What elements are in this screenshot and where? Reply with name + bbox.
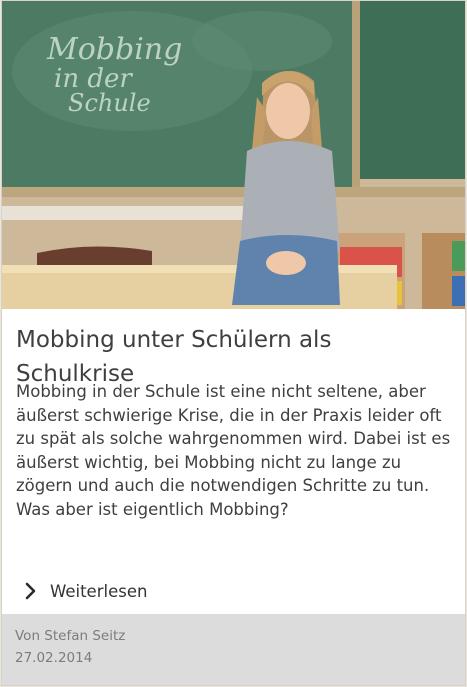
article-excerpt: Mobbing in der Schule ist eine nicht sel… xyxy=(16,382,451,519)
article-image[interactable]: Mobbing in der Schule xyxy=(2,1,465,309)
article-meta: Von Stefan Seitz 27.02.2014 xyxy=(2,614,465,685)
article-card[interactable]: Mobbing in der Schule Mobbing unter Schü… xyxy=(1,0,466,686)
read-more-link[interactable]: Weiterlesen xyxy=(22,579,147,603)
article-date: 27.02.2014 xyxy=(15,650,93,666)
article-author: Von Stefan Seitz xyxy=(15,628,126,644)
read-more-label: Weiterlesen xyxy=(50,581,148,601)
chevron-right-icon xyxy=(25,582,36,600)
chalkboard-line-1: Mobbing xyxy=(46,32,182,67)
classroom-photo: Mobbing in der Schule xyxy=(2,1,465,309)
chalkboard-line-3: Schule xyxy=(68,89,151,117)
